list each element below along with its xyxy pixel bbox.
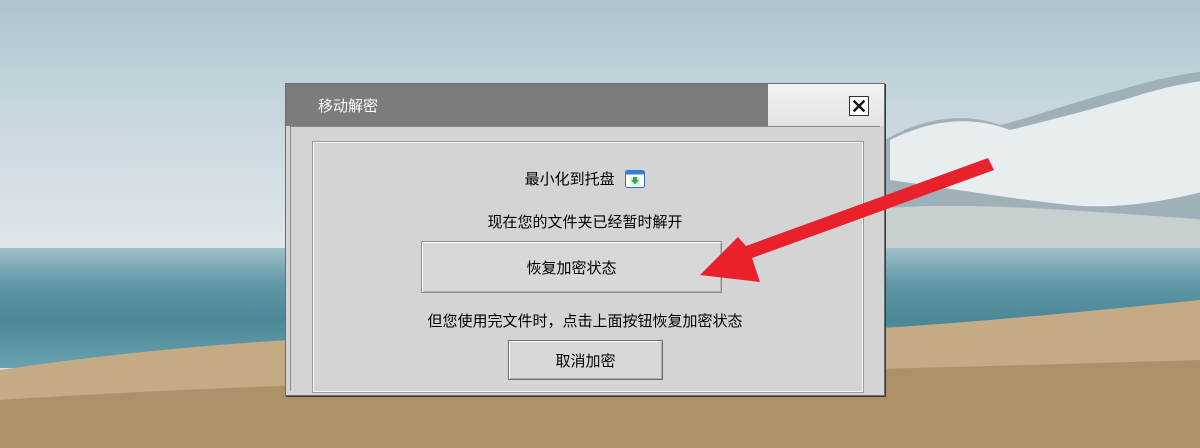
status-text: 现在您的文件夹已经暂时解开 — [487, 213, 683, 231]
dialog-title: 移动解密 — [318, 97, 379, 115]
decrypt-dialog: 移动解密 最小化到托盘 现在您的文件夹已经暂时解开 恢复加密状态 但您使用完文件… — [285, 83, 885, 396]
minimize-to-tray-row: 最小化到托盘 — [286, 168, 884, 189]
close-icon — [852, 97, 866, 116]
close-button[interactable] — [849, 96, 869, 116]
cancel-encryption-button[interactable]: 取消加密 — [508, 340, 663, 380]
dialog-titlebar[interactable]: 移动解密 — [286, 84, 884, 126]
wallpaper-mountain — [870, 71, 1200, 260]
hint-text: 但您使用完文件时，点击上面按钮恢复加密状态 — [427, 312, 743, 330]
restore-encryption-button[interactable]: 恢复加密状态 — [421, 241, 722, 293]
minimize-to-tray-icon[interactable] — [625, 169, 646, 188]
minimize-to-tray-label: 最小化到托盘 — [524, 170, 615, 188]
